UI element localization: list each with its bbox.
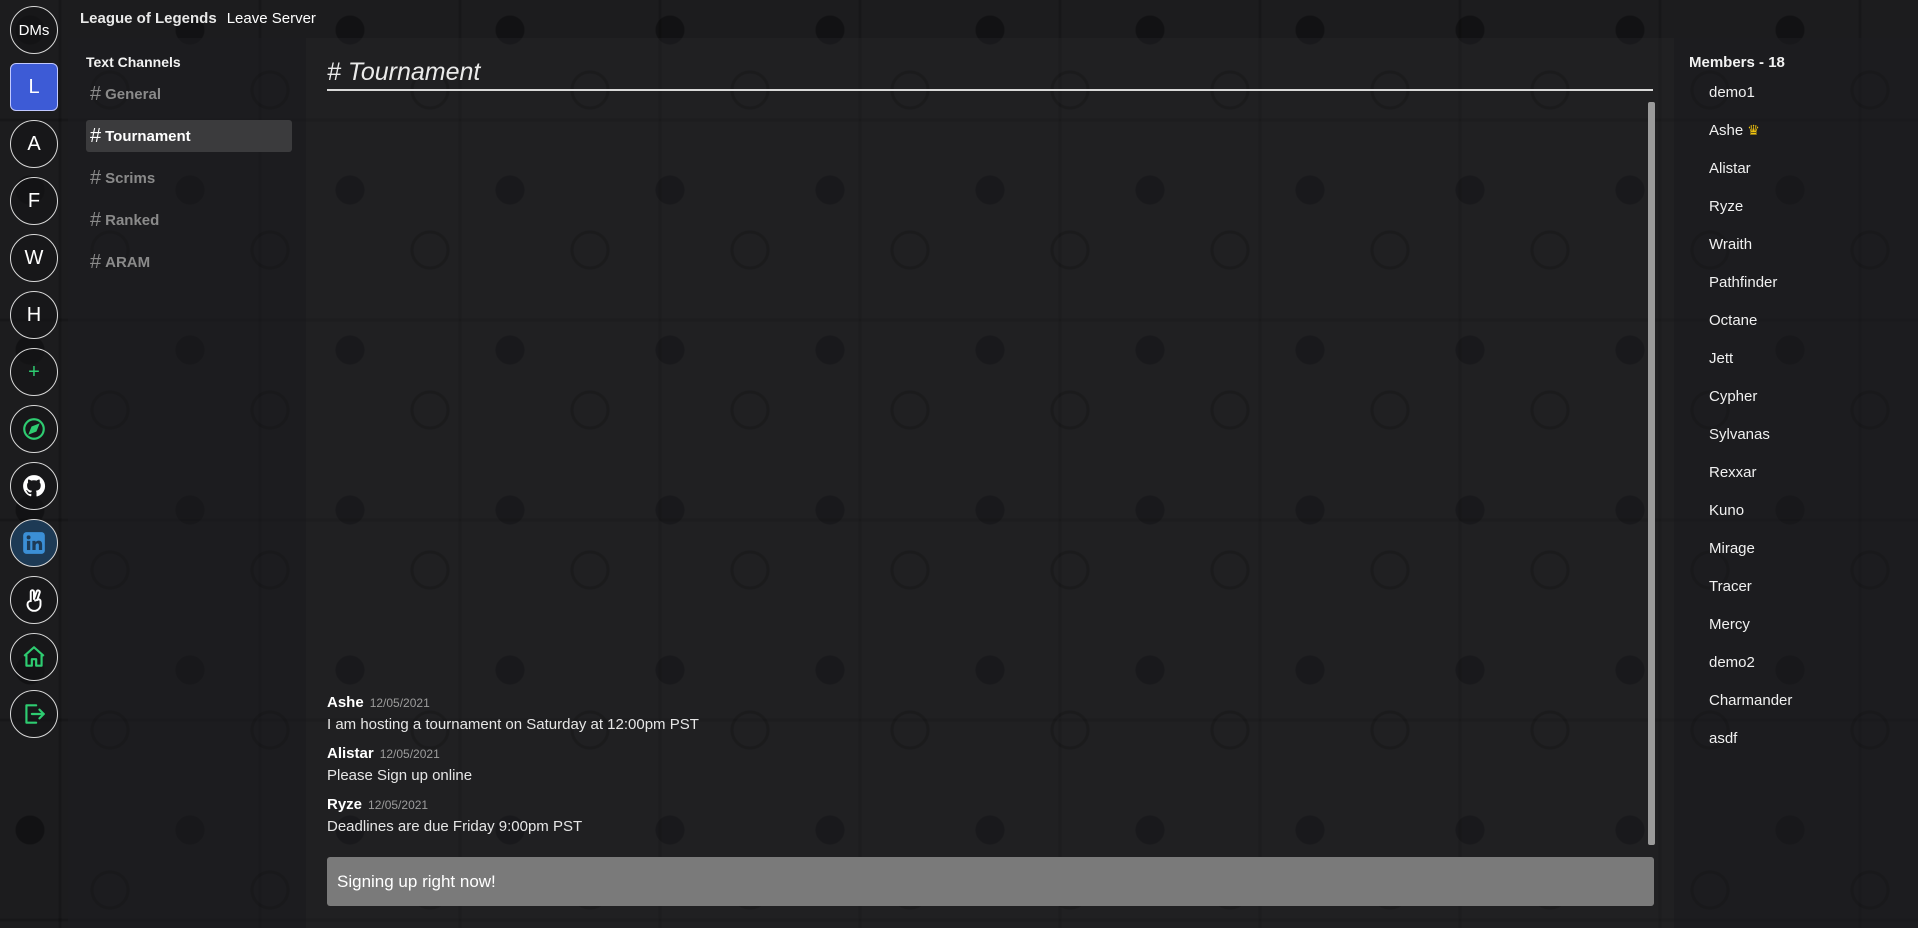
message-author[interactable]: Ryze <box>327 796 362 813</box>
logout-button[interactable] <box>10 690 58 738</box>
channel-label: Tournament <box>105 127 191 145</box>
message-author[interactable]: Ashe <box>327 694 364 711</box>
logout-icon <box>25 704 45 724</box>
hash-icon: # <box>90 250 102 273</box>
channel-tournament[interactable]: # Tournament <box>86 120 292 152</box>
channel-sidebar: Text Channels # General # Tournament # S… <box>68 38 306 928</box>
channel-aram[interactable]: # ARAM <box>86 246 292 278</box>
server-button-h[interactable]: H <box>10 291 58 339</box>
server-button-a[interactable]: A <box>10 120 58 168</box>
peace-hand-icon <box>26 589 42 612</box>
member-name: asdf <box>1709 730 1738 747</box>
hash-icon: # <box>90 82 102 105</box>
member-item[interactable]: Tracer <box>1689 578 1918 616</box>
member-name: demo1 <box>1709 84 1755 101</box>
member-item[interactable]: demo2 <box>1689 654 1918 692</box>
leave-server-button[interactable]: Leave Server <box>227 10 316 27</box>
channel-label: General <box>105 85 161 103</box>
server-button-l[interactable]: L <box>10 63 58 111</box>
github-button[interactable] <box>10 462 58 510</box>
channel-title: # Tournament <box>327 58 1653 91</box>
member-name: Alistar <box>1709 160 1751 177</box>
member-item[interactable]: Kuno <box>1689 502 1918 540</box>
hash-icon: # <box>90 124 102 147</box>
member-item[interactable]: Rexxar <box>1689 464 1918 502</box>
member-item[interactable]: Pathfinder <box>1689 274 1918 312</box>
message-text: Deadlines are due Friday 9:00pm PST <box>327 818 583 835</box>
add-server-button[interactable]: + <box>10 348 58 396</box>
home-icon <box>23 646 45 667</box>
dms-button[interactable]: DMs <box>10 6 58 54</box>
message-date: 12/05/2021 <box>379 747 440 761</box>
member-item[interactable]: Jett <box>1689 350 1918 388</box>
member-item[interactable]: Mercy <box>1689 616 1918 654</box>
channel-label: Scrims <box>105 169 156 187</box>
member-name: Mirage <box>1709 540 1755 557</box>
channels-heading: Text Channels <box>86 54 181 70</box>
member-item[interactable]: Cypher <box>1689 388 1918 426</box>
message-date: 12/05/2021 <box>368 798 429 812</box>
member-name: Ryze <box>1709 198 1744 215</box>
chat-scrollbar[interactable] <box>1648 102 1655 845</box>
member-item[interactable]: Wraith <box>1689 236 1918 274</box>
members-heading: Members - 18 <box>1689 54 1785 71</box>
member-name: Kuno <box>1709 502 1745 519</box>
member-name: Rexxar <box>1709 464 1757 481</box>
channel-scrims[interactable]: # Scrims <box>86 162 292 194</box>
server-header: League of Legends Leave Server <box>80 10 316 27</box>
chat-panel: # Tournament Ashe 12/05/2021 I am hostin… <box>306 38 1674 928</box>
message-date: 12/05/2021 <box>369 696 430 710</box>
channel-label: Ranked <box>105 211 160 229</box>
member-item[interactable]: Charmander <box>1689 692 1918 730</box>
member-name: Octane <box>1709 312 1758 329</box>
member-name: Ashe <box>1709 122 1744 139</box>
member-item[interactable]: asdf <box>1689 730 1918 768</box>
member-name: Pathfinder <box>1709 274 1778 291</box>
member-item[interactable]: Ryze <box>1689 198 1918 236</box>
member-list: demo1 Ashe ♛ Alistar Ryze Wraith Pathfinder Oct… <box>1689 84 1918 768</box>
compass-icon <box>23 418 45 440</box>
channel-label: ARAM <box>105 253 151 271</box>
member-name: Sylvanas <box>1709 426 1770 443</box>
member-item[interactable]: Sylvanas <box>1689 426 1918 464</box>
message-text: Please Sign up online <box>327 767 473 784</box>
explore-button[interactable] <box>10 405 58 453</box>
server-button-f[interactable]: F <box>10 177 58 225</box>
member-item[interactable]: Mirage <box>1689 540 1918 578</box>
member-item[interactable]: demo1 <box>1689 84 1918 122</box>
member-item[interactable]: Alistar <box>1689 160 1918 198</box>
message-input[interactable] <box>337 857 1654 906</box>
member-name: demo2 <box>1709 654 1755 671</box>
member-name: Wraith <box>1709 236 1753 253</box>
member-name: Tracer <box>1709 578 1752 595</box>
member-sidebar: Members - 18 demo1 Ashe ♛ Alistar Ryze Wraith… <box>1674 38 1918 928</box>
channel-general[interactable]: # General <box>86 78 292 110</box>
linkedin-icon <box>23 532 45 554</box>
crown-icon: ♛ <box>1747 122 1760 138</box>
home-button[interactable] <box>10 633 58 681</box>
server-rail: DMs L A F W H + <box>0 0 68 928</box>
message-author[interactable]: Alistar <box>327 745 374 762</box>
message-text: I am hosting a tournament on Saturday at… <box>327 716 699 733</box>
member-name: Cypher <box>1709 388 1758 405</box>
member-name: Mercy <box>1709 616 1750 633</box>
github-icon <box>23 475 46 497</box>
server-name: League of Legends <box>80 10 217 27</box>
message: Alistar 12/05/2021 Please Sign up online <box>327 745 1627 784</box>
channel-ranked[interactable]: # Ranked <box>86 204 292 236</box>
member-name: Jett <box>1709 350 1734 367</box>
hash-icon: # <box>90 166 102 189</box>
message: Ashe 12/05/2021 I am hosting a tournamen… <box>327 694 1627 733</box>
member-item[interactable]: Ashe ♛ <box>1689 122 1918 160</box>
message-composer <box>327 857 1654 906</box>
member-item[interactable]: Octane <box>1689 312 1918 350</box>
portfolio-button[interactable] <box>10 576 58 624</box>
hash-icon: # <box>90 208 102 231</box>
message: Ryze 12/05/2021 Deadlines are due Friday… <box>327 796 1627 835</box>
linkedin-button[interactable] <box>10 519 58 567</box>
member-name: Charmander <box>1709 692 1793 709</box>
server-button-w[interactable]: W <box>10 234 58 282</box>
message-list: Ashe 12/05/2021 I am hosting a tournamen… <box>327 694 1627 847</box>
